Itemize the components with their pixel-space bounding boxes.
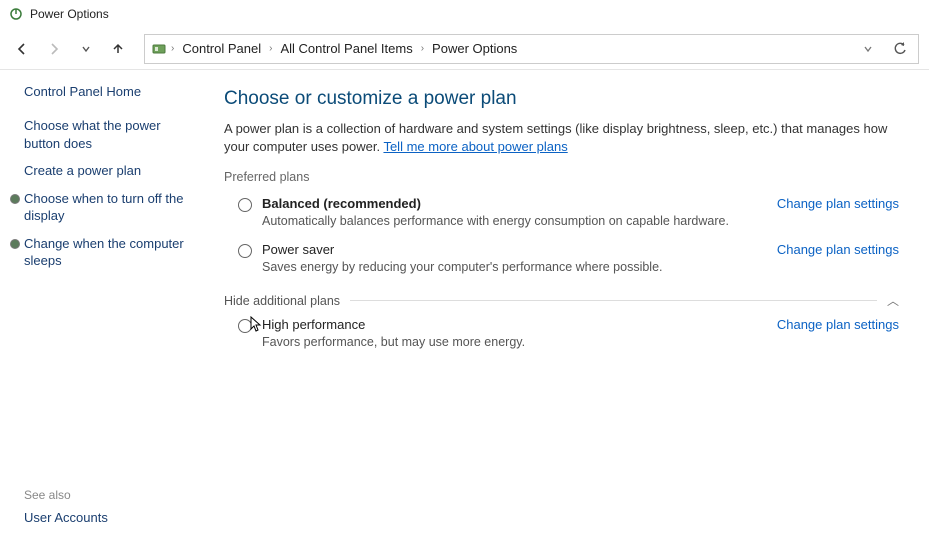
page-description: A power plan is a collection of hardware… — [224, 120, 899, 156]
hide-additional-plans-toggle[interactable]: Hide additional plans ︿ — [224, 292, 899, 309]
change-plan-settings-link[interactable]: Change plan settings — [777, 196, 899, 211]
plan-row-high-performance: High performance Favors performance, but… — [224, 313, 899, 359]
control-panel-icon — [151, 41, 167, 57]
control-panel-home-link[interactable]: Control Panel Home — [24, 84, 188, 99]
change-plan-settings-link[interactable]: Change plan settings — [777, 317, 899, 332]
body: Control Panel Home Choose what the power… — [0, 70, 929, 541]
refresh-button[interactable] — [888, 37, 912, 61]
sidebar-link-create-plan[interactable]: Create a power plan — [24, 162, 188, 180]
plan-row-balanced: Balanced (recommended) Automatically bal… — [224, 192, 899, 238]
learn-more-link[interactable]: Tell me more about power plans — [383, 139, 567, 154]
hide-additional-plans-label: Hide additional plans — [224, 294, 340, 308]
power-options-icon — [8, 6, 24, 22]
plan-radio-high-performance[interactable] — [238, 319, 252, 333]
breadcrumb-power-options[interactable]: Power Options — [428, 39, 521, 58]
page-title: Choose or customize a power plan — [224, 88, 899, 110]
history-dropdown-button[interactable] — [74, 37, 98, 61]
address-bar[interactable]: › Control Panel › All Control Panel Item… — [144, 34, 919, 64]
breadcrumb-all-items[interactable]: All Control Panel Items — [276, 39, 416, 58]
forward-button[interactable] — [42, 37, 66, 61]
chevron-up-icon: ︿ — [887, 292, 899, 309]
window-title: Power Options — [30, 7, 109, 21]
plan-description: Automatically balances performance with … — [262, 214, 757, 228]
plan-description: Favors performance, but may use more ene… — [262, 335, 757, 349]
plan-description: Saves energy by reducing your computer's… — [262, 260, 757, 274]
sidebar-link-computer-sleeps[interactable]: Change when the computer sleeps — [24, 235, 188, 270]
navbar: › Control Panel › All Control Panel Item… — [0, 28, 929, 70]
change-plan-settings-link[interactable]: Change plan settings — [777, 242, 899, 257]
breadcrumb-control-panel[interactable]: Control Panel — [178, 39, 265, 58]
back-button[interactable] — [10, 37, 34, 61]
plan-radio-balanced[interactable] — [238, 198, 252, 212]
sidebar-link-power-button[interactable]: Choose what the power button does — [24, 117, 188, 152]
preferred-plans-label: Preferred plans — [224, 170, 899, 184]
chevron-right-icon: › — [171, 43, 174, 54]
divider — [350, 300, 877, 301]
chevron-right-icon: › — [421, 43, 424, 54]
plan-name: High performance — [262, 317, 757, 332]
sidebar: Control Panel Home Choose what the power… — [0, 70, 200, 541]
plan-name: Balanced (recommended) — [262, 196, 757, 211]
main-content: Choose or customize a power plan A power… — [200, 70, 929, 541]
plan-name: Power saver — [262, 242, 757, 257]
address-dropdown-button[interactable] — [856, 37, 880, 61]
chevron-right-icon: › — [269, 43, 272, 54]
plan-row-power-saver: Power saver Saves energy by reducing you… — [224, 238, 899, 284]
titlebar: Power Options — [0, 0, 929, 28]
user-accounts-link[interactable]: User Accounts — [24, 510, 188, 525]
up-button[interactable] — [106, 37, 130, 61]
see-also-label: See also — [24, 488, 188, 502]
sidebar-link-turn-off-display[interactable]: Choose when to turn off the display — [24, 190, 188, 225]
plan-radio-power-saver[interactable] — [238, 244, 252, 258]
